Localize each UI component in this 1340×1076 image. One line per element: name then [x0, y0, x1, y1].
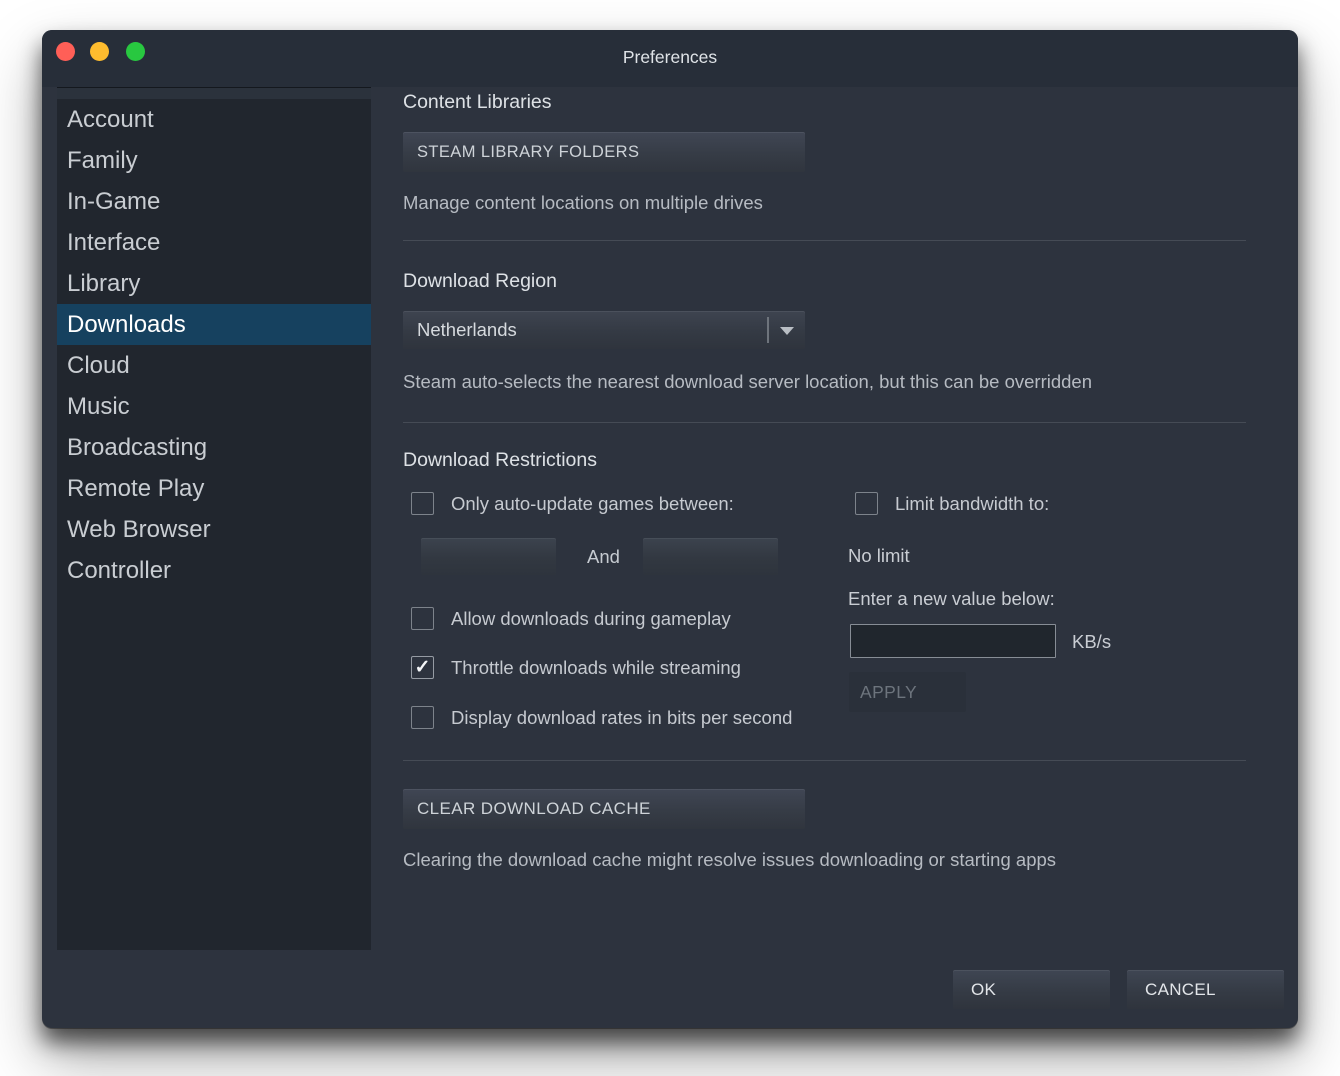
- bandwidth-unit-label: KB/s: [1072, 630, 1111, 654]
- auto-update-label: Only auto-update games between:: [451, 492, 734, 516]
- preferences-window: Preferences Account Family In-Game Inter…: [42, 30, 1298, 1028]
- divider: [403, 240, 1246, 241]
- sidebar-item-downloads[interactable]: Downloads: [57, 304, 371, 345]
- sidebar-item-music[interactable]: Music: [57, 386, 371, 427]
- sidebar-item-interface[interactable]: Interface: [57, 222, 371, 263]
- ok-button[interactable]: OK: [953, 970, 1110, 1009]
- auto-update-end-select[interactable]: [643, 538, 778, 575]
- sidebar-item-family[interactable]: Family: [57, 140, 371, 181]
- apply-button[interactable]: APPLY: [849, 672, 966, 712]
- sidebar-item-account[interactable]: Account: [57, 99, 371, 140]
- download-region-title: Download Region: [403, 269, 557, 293]
- display-rates-checkbox[interactable]: [411, 706, 434, 729]
- throttle-downloads-label: Throttle downloads while streaming: [451, 656, 741, 680]
- sidebar-item-in-game[interactable]: In-Game: [57, 181, 371, 222]
- sidebar-item-broadcasting[interactable]: Broadcasting: [57, 427, 371, 468]
- limit-bandwidth-checkbox[interactable]: [855, 492, 878, 515]
- sidebar-item-cloud[interactable]: Cloud: [57, 345, 371, 386]
- sidebar-top-strip: [57, 87, 371, 99]
- cancel-button[interactable]: CANCEL: [1127, 970, 1284, 1009]
- download-region-dropdown[interactable]: Netherlands: [403, 311, 805, 349]
- titlebar[interactable]: Preferences: [42, 30, 1298, 87]
- content-libraries-title: Content Libraries: [403, 90, 552, 114]
- bandwidth-prompt: Enter a new value below:: [848, 587, 1055, 611]
- sidebar-item-controller[interactable]: Controller: [57, 550, 371, 591]
- steam-library-folders-button[interactable]: STEAM LIBRARY FOLDERS: [403, 132, 805, 172]
- clear-download-cache-button[interactable]: CLEAR DOWNLOAD CACHE: [403, 789, 805, 829]
- throttle-downloads-checkbox[interactable]: ✓: [411, 656, 434, 679]
- download-region-description: Steam auto-selects the nearest download …: [403, 370, 1092, 394]
- clear-cache-description: Clearing the download cache might resolv…: [403, 848, 1056, 872]
- allow-downloads-checkbox[interactable]: [411, 607, 434, 630]
- limit-bandwidth-label: Limit bandwidth to:: [895, 492, 1049, 516]
- display-rates-label: Display download rates in bits per secon…: [451, 706, 792, 730]
- content-libraries-description: Manage content locations on multiple dri…: [403, 191, 763, 215]
- sidebar-item-remote-play[interactable]: Remote Play: [57, 468, 371, 509]
- bandwidth-status: No limit: [848, 544, 910, 568]
- divider: [403, 422, 1246, 423]
- auto-update-checkbox[interactable]: [411, 492, 434, 515]
- sidebar-item-web-browser[interactable]: Web Browser: [57, 509, 371, 550]
- bandwidth-input[interactable]: [850, 624, 1056, 658]
- auto-update-start-select[interactable]: [421, 538, 556, 575]
- sidebar: Account Family In-Game Interface Library…: [57, 87, 371, 950]
- dropdown-separator: [767, 317, 769, 343]
- and-label: And: [587, 546, 620, 568]
- sidebar-item-library[interactable]: Library: [57, 263, 371, 304]
- chevron-down-icon: [780, 327, 794, 335]
- download-restrictions-title: Download Restrictions: [403, 448, 597, 472]
- allow-downloads-label: Allow downloads during gameplay: [451, 607, 731, 631]
- divider: [403, 760, 1246, 761]
- download-region-value: Netherlands: [417, 311, 517, 349]
- window-title: Preferences: [42, 47, 1298, 68]
